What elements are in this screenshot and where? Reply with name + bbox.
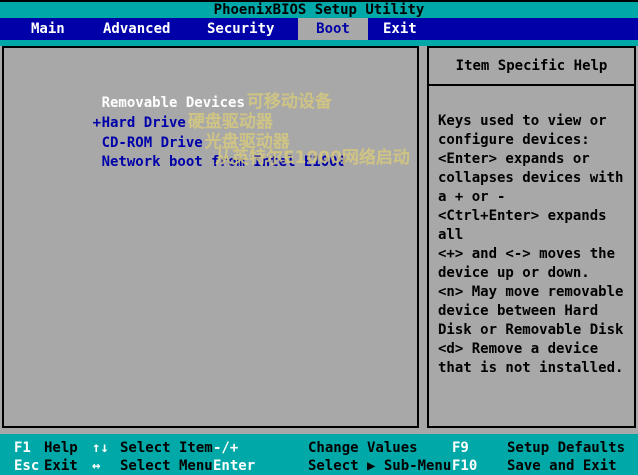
page-title: PhoenixBIOS Setup Utility	[214, 2, 425, 18]
tab-exit[interactable]: Exit	[383, 18, 417, 40]
help-panel-text: Keys used to view or configure devices: …	[429, 86, 634, 378]
key-action-select-menu: Select Menu	[120, 457, 213, 475]
key-action-help: Help	[44, 439, 78, 457]
network-boot-translation-overlay: 从英特尔E1000网络启动	[215, 149, 410, 169]
tab-advanced[interactable]: Advanced	[103, 18, 170, 40]
help-panel-title: Item Specific Help	[429, 48, 634, 86]
key-f1: F1	[14, 439, 31, 457]
tab-main[interactable]: Main	[31, 18, 65, 40]
boot-item-removable-devices[interactable]: Removable Devices可移动设备	[42, 78, 332, 96]
tab-security[interactable]: Security	[207, 18, 274, 40]
key-action-exit: Exit	[44, 457, 78, 475]
key-enter: Enter	[213, 457, 255, 475]
tab-boot[interactable]: Boot	[298, 18, 368, 40]
boot-item-cdrom-drive[interactable]: CD-ROM Drive光盘驱动器	[42, 118, 290, 136]
key-action-select-item: Select Item	[120, 439, 213, 457]
footer-keybar: F1 Help ↑↓ Select Item -/+ Change Values…	[0, 434, 638, 475]
key-f10: F10	[452, 457, 477, 475]
help-panel: Item Specific Help Keys used to view or …	[427, 46, 636, 428]
boot-device-list: Removable Devices可移动设备 +Hard Drive硬盘驱动器 …	[2, 46, 419, 428]
key-minus-plus: -/+	[213, 439, 238, 457]
key-updown-arrows: ↑↓	[92, 439, 109, 457]
menu-bar: Main Advanced Security Boot Exit	[0, 18, 638, 40]
key-action-change-values: Change Values	[308, 439, 418, 457]
key-leftright-arrows: ↔	[92, 457, 100, 475]
title-bar: PhoenixBIOS Setup Utility	[0, 0, 638, 18]
key-esc: Esc	[14, 457, 39, 475]
key-action-setup-defaults: Setup Defaults	[507, 439, 625, 457]
boot-item-hard-drive[interactable]: +Hard Drive硬盘驱动器	[42, 98, 273, 116]
bios-setup-window: PhoenixBIOS Setup Utility Main Advanced …	[0, 0, 638, 475]
footer-row-2: Esc Exit ↔ Select Menu Enter Select ▶ Su…	[0, 457, 638, 475]
footer-row-1: F1 Help ↑↓ Select Item -/+ Change Values…	[0, 439, 638, 457]
key-action-save-and-exit: Save and Exit	[507, 457, 617, 475]
key-f9: F9	[452, 439, 469, 457]
key-action-select-submenu: Select ▶ Sub-Menu	[308, 457, 451, 475]
